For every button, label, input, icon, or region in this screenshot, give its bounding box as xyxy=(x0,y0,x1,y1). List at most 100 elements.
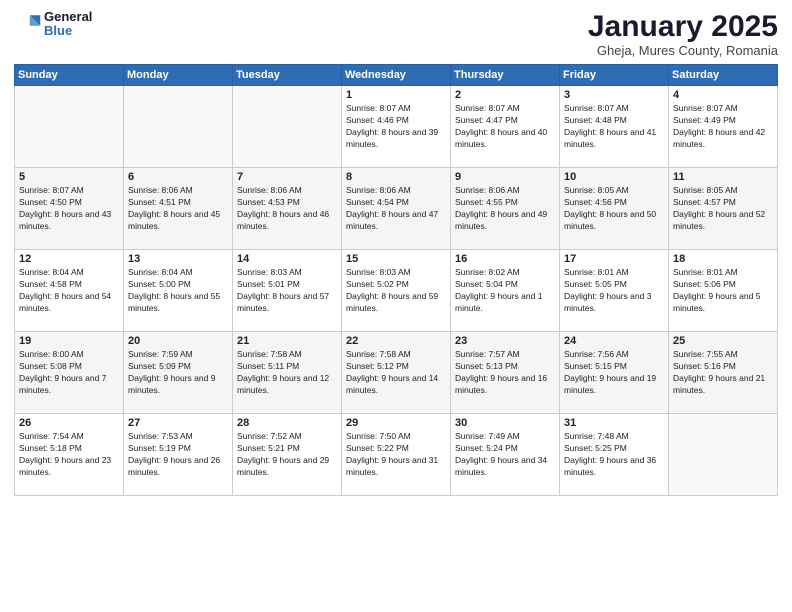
day-info: Sunrise: 8:03 AM Sunset: 5:02 PM Dayligh… xyxy=(346,267,446,315)
day-cell: 18 Sunrise: 8:01 AM Sunset: 5:06 PM Dayli… xyxy=(669,250,778,332)
day-info: Sunrise: 7:59 AM Sunset: 5:09 PM Dayligh… xyxy=(128,349,228,397)
day-cell: 9 Sunrise: 8:06 AM Sunset: 4:55 PM Daylig… xyxy=(451,168,560,250)
day-cell: 13 Sunrise: 8:04 AM Sunset: 5:00 PM Dayli… xyxy=(124,250,233,332)
day-info: Sunrise: 8:05 AM Sunset: 4:56 PM Dayligh… xyxy=(564,185,664,233)
day-info: Sunrise: 7:50 AM Sunset: 5:22 PM Dayligh… xyxy=(346,431,446,479)
week-row-3: 12 Sunrise: 8:04 AM Sunset: 4:58 PM Dayli… xyxy=(15,250,778,332)
week-row-5: 26 Sunrise: 7:54 AM Sunset: 5:18 PM Dayli… xyxy=(15,414,778,496)
day-info: Sunrise: 7:58 AM Sunset: 5:11 PM Dayligh… xyxy=(237,349,337,397)
day-info: Sunrise: 8:07 AM Sunset: 4:46 PM Dayligh… xyxy=(346,103,446,151)
day-number: 30 xyxy=(455,417,555,429)
logo: General Blue xyxy=(14,10,92,39)
day-number: 15 xyxy=(346,253,446,265)
day-number: 13 xyxy=(128,253,228,265)
day-info: Sunrise: 8:06 AM Sunset: 4:51 PM Dayligh… xyxy=(128,185,228,233)
logo-blue-text: Blue xyxy=(44,24,92,38)
day-number: 25 xyxy=(673,335,773,347)
day-info: Sunrise: 7:49 AM Sunset: 5:24 PM Dayligh… xyxy=(455,431,555,479)
day-number: 26 xyxy=(19,417,119,429)
weekday-header-tuesday: Tuesday xyxy=(233,65,342,86)
day-info: Sunrise: 8:07 AM Sunset: 4:48 PM Dayligh… xyxy=(564,103,664,151)
day-number: 21 xyxy=(237,335,337,347)
day-cell: 10 Sunrise: 8:05 AM Sunset: 4:56 PM Dayli… xyxy=(560,168,669,250)
day-info: Sunrise: 8:04 AM Sunset: 4:58 PM Dayligh… xyxy=(19,267,119,315)
weekday-header-friday: Friday xyxy=(560,65,669,86)
day-cell: 14Sunrise: 8:03 AM Sunset: 5:01 PM Dayli… xyxy=(233,250,342,332)
day-cell: 24Sunrise: 7:56 AM Sunset: 5:15 PM Dayli… xyxy=(560,332,669,414)
weekday-header-sunday: Sunday xyxy=(15,65,124,86)
day-number: 14 xyxy=(237,253,337,265)
day-cell: 1 Sunrise: 8:07 AM Sunset: 4:46 PM Daylig… xyxy=(342,86,451,168)
day-cell xyxy=(15,86,124,168)
day-cell: 11Sunrise: 8:05 AM Sunset: 4:57 PM Dayli… xyxy=(669,168,778,250)
day-number: 19 xyxy=(19,335,119,347)
day-number: 20 xyxy=(128,335,228,347)
weekday-header-wednesday: Wednesday xyxy=(342,65,451,86)
day-cell: 23 Sunrise: 7:57 AM Sunset: 5:13 PM Dayli… xyxy=(451,332,560,414)
day-cell: 20 Sunrise: 7:59 AM Sunset: 5:09 PM Dayli… xyxy=(124,332,233,414)
day-info: Sunrise: 8:06 AM Sunset: 4:54 PM Dayligh… xyxy=(346,185,446,233)
day-info: Sunrise: 8:01 AM Sunset: 5:06 PM Dayligh… xyxy=(673,267,773,315)
week-row-1: 1 Sunrise: 8:07 AM Sunset: 4:46 PM Daylig… xyxy=(15,86,778,168)
day-info: Sunrise: 8:02 AM Sunset: 5:04 PM Dayligh… xyxy=(455,267,555,315)
day-number: 12 xyxy=(19,253,119,265)
day-number: 22 xyxy=(346,335,446,347)
day-number: 3 xyxy=(564,89,664,101)
day-number: 23 xyxy=(455,335,555,347)
day-cell: 16Sunrise: 8:02 AM Sunset: 5:04 PM Dayli… xyxy=(451,250,560,332)
day-cell: 4 Sunrise: 8:07 AM Sunset: 4:49 PM Daylig… xyxy=(669,86,778,168)
day-info: Sunrise: 8:07 AM Sunset: 4:47 PM Dayligh… xyxy=(455,103,555,151)
day-number: 27 xyxy=(128,417,228,429)
logo-text: General Blue xyxy=(44,10,92,39)
day-number: 4 xyxy=(673,89,773,101)
day-info: Sunrise: 8:07 AM Sunset: 4:49 PM Dayligh… xyxy=(673,103,773,151)
day-info: Sunrise: 7:48 AM Sunset: 5:25 PM Dayligh… xyxy=(564,431,664,479)
day-number: 10 xyxy=(564,171,664,183)
day-number: 11 xyxy=(673,171,773,183)
day-cell: 22 Sunrise: 7:58 AM Sunset: 5:12 PM Dayli… xyxy=(342,332,451,414)
day-cell: 25 Sunrise: 7:55 AM Sunset: 5:16 PM Dayli… xyxy=(669,332,778,414)
day-number: 18 xyxy=(673,253,773,265)
day-cell: 19 Sunrise: 8:00 AM Sunset: 5:08 PM Dayli… xyxy=(15,332,124,414)
day-info: Sunrise: 8:06 AM Sunset: 4:53 PM Dayligh… xyxy=(237,185,337,233)
day-number: 8 xyxy=(346,171,446,183)
day-info: Sunrise: 7:52 AM Sunset: 5:21 PM Dayligh… xyxy=(237,431,337,479)
day-info: Sunrise: 8:00 AM Sunset: 5:08 PM Dayligh… xyxy=(19,349,119,397)
day-info: Sunrise: 7:54 AM Sunset: 5:18 PM Dayligh… xyxy=(19,431,119,479)
day-number: 5 xyxy=(19,171,119,183)
title-month: January 2025 xyxy=(588,10,778,43)
day-info: Sunrise: 7:58 AM Sunset: 5:12 PM Dayligh… xyxy=(346,349,446,397)
day-info: Sunrise: 7:56 AM Sunset: 5:15 PM Dayligh… xyxy=(564,349,664,397)
day-cell: 21 Sunrise: 7:58 AM Sunset: 5:11 PM Dayli… xyxy=(233,332,342,414)
day-info: Sunrise: 8:04 AM Sunset: 5:00 PM Dayligh… xyxy=(128,267,228,315)
day-cell: 28 Sunrise: 7:52 AM Sunset: 5:21 PM Dayli… xyxy=(233,414,342,496)
weekday-header-saturday: Saturday xyxy=(669,65,778,86)
day-cell: 6 Sunrise: 8:06 AM Sunset: 4:51 PM Daylig… xyxy=(124,168,233,250)
day-number: 2 xyxy=(455,89,555,101)
weekday-header-monday: Monday xyxy=(124,65,233,86)
day-number: 17 xyxy=(564,253,664,265)
day-cell xyxy=(233,86,342,168)
day-cell: 31Sunrise: 7:48 AM Sunset: 5:25 PM Dayli… xyxy=(560,414,669,496)
header: General Blue January 2025 Gheja, Mures C… xyxy=(14,10,778,58)
day-cell: 15 Sunrise: 8:03 AM Sunset: 5:02 PM Dayli… xyxy=(342,250,451,332)
day-cell: 5 Sunrise: 8:07 AM Sunset: 4:50 PM Daylig… xyxy=(15,168,124,250)
day-cell: 26 Sunrise: 7:54 AM Sunset: 5:18 PM Dayli… xyxy=(15,414,124,496)
day-info: Sunrise: 8:06 AM Sunset: 4:55 PM Dayligh… xyxy=(455,185,555,233)
logo-icon xyxy=(14,10,42,38)
day-cell: 12 Sunrise: 8:04 AM Sunset: 4:58 PM Dayli… xyxy=(15,250,124,332)
day-info: Sunrise: 7:57 AM Sunset: 5:13 PM Dayligh… xyxy=(455,349,555,397)
day-number: 1 xyxy=(346,89,446,101)
day-cell xyxy=(669,414,778,496)
day-info: Sunrise: 7:55 AM Sunset: 5:16 PM Dayligh… xyxy=(673,349,773,397)
day-number: 9 xyxy=(455,171,555,183)
title-location: Gheja, Mures County, Romania xyxy=(588,43,778,58)
day-number: 6 xyxy=(128,171,228,183)
day-cell: 8 Sunrise: 8:06 AM Sunset: 4:54 PM Daylig… xyxy=(342,168,451,250)
day-info: Sunrise: 8:07 AM Sunset: 4:50 PM Dayligh… xyxy=(19,185,119,233)
day-info: Sunrise: 7:53 AM Sunset: 5:19 PM Dayligh… xyxy=(128,431,228,479)
day-cell: 17Sunrise: 8:01 AM Sunset: 5:05 PM Dayli… xyxy=(560,250,669,332)
day-cell: 27 Sunrise: 7:53 AM Sunset: 5:19 PM Dayli… xyxy=(124,414,233,496)
week-row-4: 19 Sunrise: 8:00 AM Sunset: 5:08 PM Dayli… xyxy=(15,332,778,414)
day-number: 28 xyxy=(237,417,337,429)
